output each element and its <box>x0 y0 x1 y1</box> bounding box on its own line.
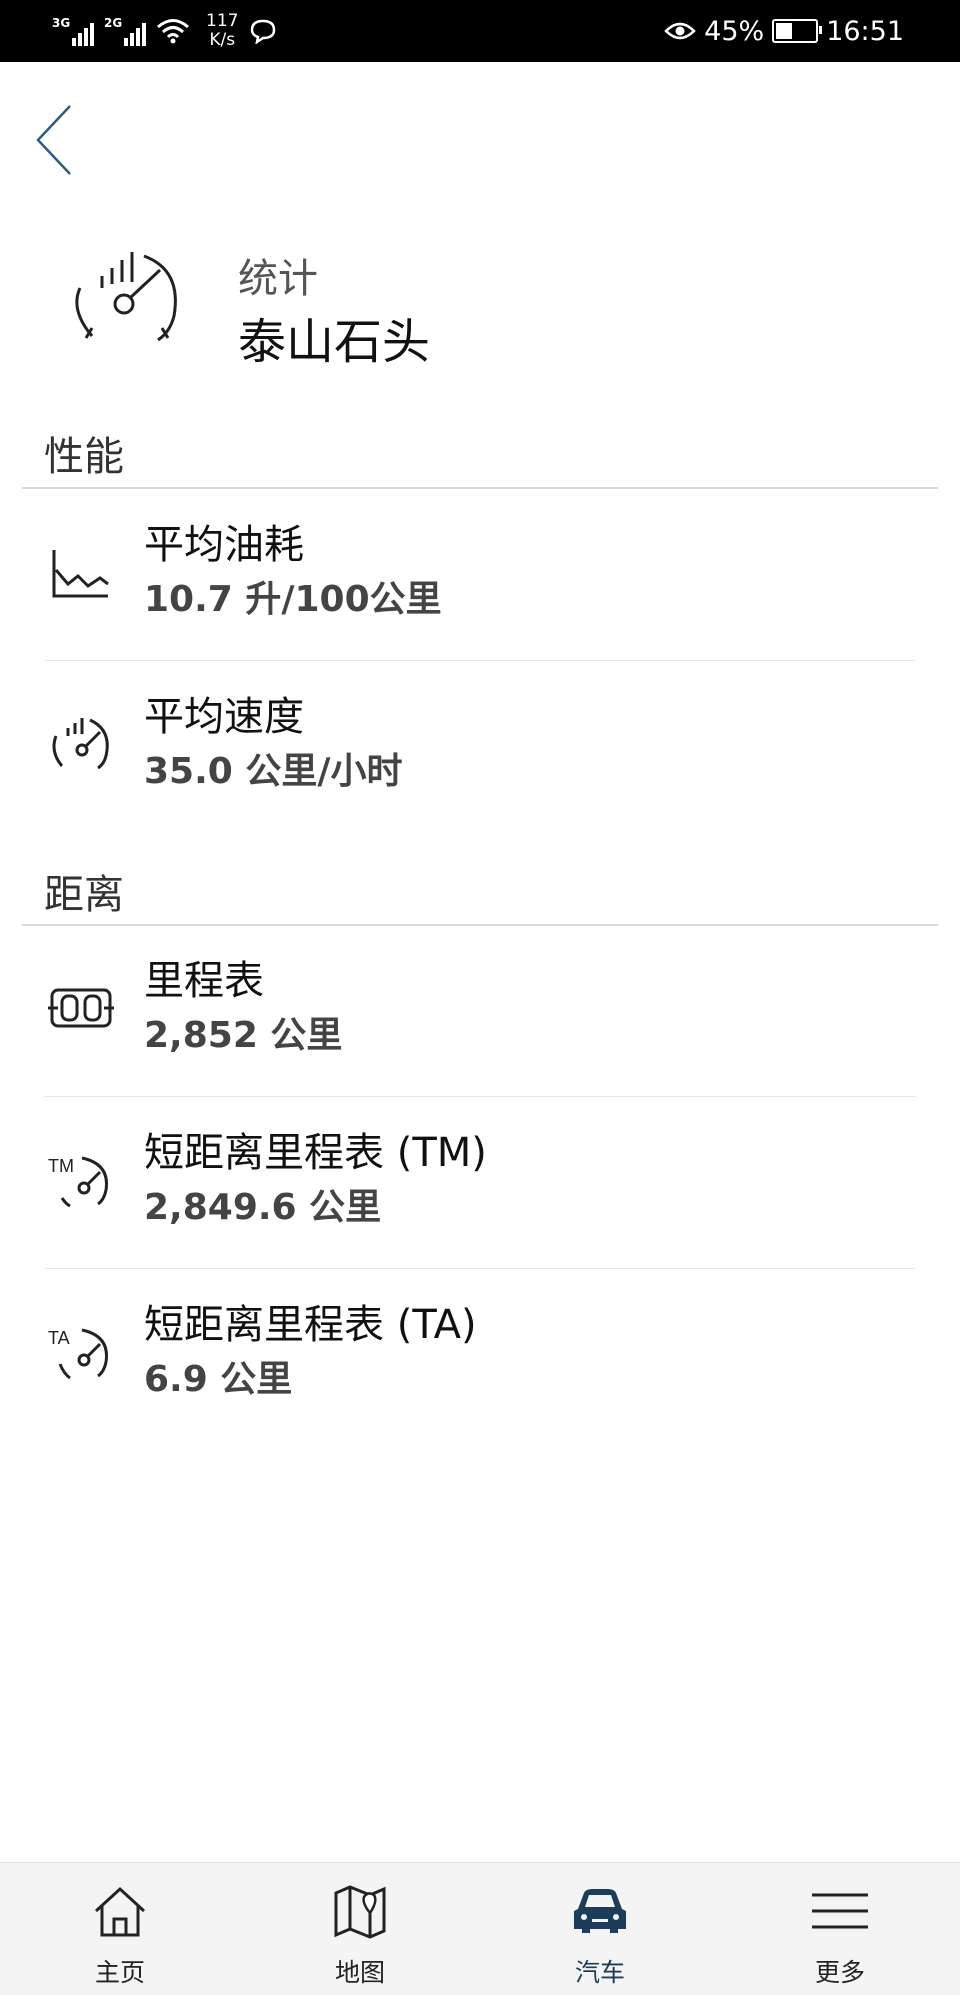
network-speed-unit: K/s <box>209 30 236 50</box>
stat-row-trip-meter-tm: TM 短距离里程表 (TM) 2,849.6 公里 <box>0 1098 960 1268</box>
chat-notification-icon <box>251 19 276 44</box>
tab-home[interactable]: 主页 <box>0 1863 240 1995</box>
back-arrow-icon[interactable] <box>30 100 80 180</box>
speedometer-statistics-icon <box>75 252 177 342</box>
stat-row-average-speed: 平均速度 35.0 公里/小时 <box>0 662 960 832</box>
speedometer-icon <box>52 718 109 770</box>
tab-map[interactable]: 地图 <box>240 1863 480 1995</box>
network-speed-value: 117 <box>206 11 239 31</box>
clock-time: 16:51 <box>826 15 904 47</box>
tab-more[interactable]: 更多 <box>720 1863 960 1995</box>
stat-value: 10.7 升/100公里 <box>144 579 442 620</box>
network-speed: 117 K/s <box>206 12 238 50</box>
stat-label: 短距离里程表 (TM) <box>144 1130 487 1176</box>
stat-label: 短距离里程表 (TA) <box>144 1302 477 1348</box>
stat-row-average-fuel: 平均油耗 10.7 升/100公里 <box>0 490 960 660</box>
bottom-tab-bar: 主页 地图 汽车 更多 <box>0 1862 960 1995</box>
signal-type-label: 3G <box>52 16 71 30</box>
section-title-distance: 距离 <box>44 872 124 918</box>
tab-label: 汽车 <box>574 1958 625 1987</box>
cellular-signal-2-icon: 2G <box>104 16 146 46</box>
section-title-performance: 性能 <box>44 434 124 480</box>
row-divider <box>44 1096 916 1097</box>
signal-type-2-label: 2G <box>104 16 123 30</box>
cellular-signal-icon: 3G <box>52 16 94 46</box>
stat-value: 35.0 公里/小时 <box>144 751 403 792</box>
svg-text:TM: TM <box>48 1156 74 1176</box>
tab-label: 更多 <box>814 1958 865 1987</box>
svg-text:TA: TA <box>48 1328 70 1348</box>
battery-icon <box>772 19 823 43</box>
stat-label: 平均速度 <box>144 694 304 740</box>
trip-meter-tm-icon: TM <box>48 1156 108 1208</box>
tab-label: 地图 <box>334 1958 385 1987</box>
home-icon <box>94 1886 146 1937</box>
trip-meter-ta-icon: TA <box>48 1328 108 1380</box>
battery-percent: 45% <box>704 15 765 47</box>
chart-icon <box>52 550 109 598</box>
car-icon <box>574 1889 626 1933</box>
stat-row-odometer: 里程表 2,852 公里 <box>0 926 960 1096</box>
tab-car[interactable]: 汽车 <box>480 1863 720 1995</box>
stat-value: 6.9 公里 <box>144 1359 293 1400</box>
odometer-icon <box>48 988 114 1028</box>
tab-label: 主页 <box>94 1958 145 1987</box>
section-divider <box>22 487 938 489</box>
stat-label: 平均油耗 <box>144 522 304 568</box>
map-icon <box>334 1885 386 1939</box>
vehicle-name: 泰山石头 <box>238 314 431 370</box>
status-bar: 3G 2G 117 K/s 45% 16:51 <box>0 0 960 62</box>
row-divider <box>44 660 916 661</box>
stat-row-trip-meter-ta: TA 短距离里程表 (TA) 6.9 公里 <box>0 1270 960 1440</box>
page-subtitle: 统计 <box>238 256 318 302</box>
wifi-icon <box>157 19 189 44</box>
eye-comfort-icon <box>664 22 696 40</box>
stat-label: 里程表 <box>144 958 264 1004</box>
battery-level-fill <box>776 23 793 39</box>
stat-value: 2,852 公里 <box>144 1015 343 1056</box>
stat-value: 2,849.6 公里 <box>144 1187 382 1228</box>
menu-icon <box>812 1893 868 1929</box>
row-divider <box>44 1268 916 1269</box>
